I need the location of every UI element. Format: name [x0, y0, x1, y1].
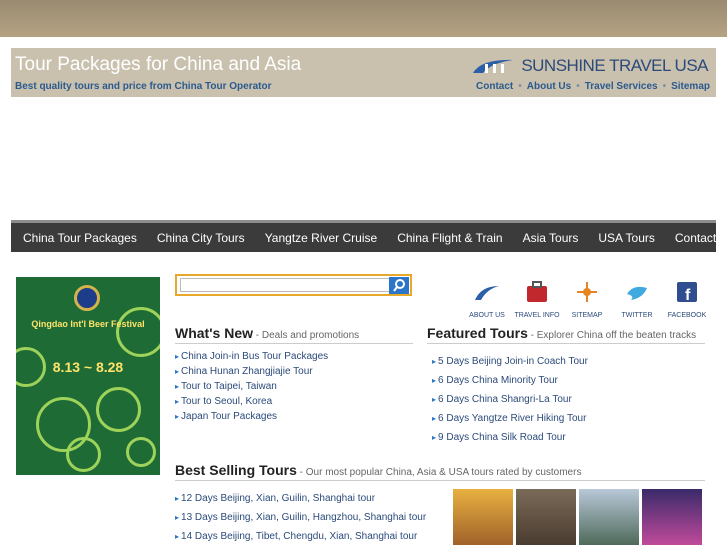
search-button[interactable]: [389, 277, 409, 294]
travel-info-label: TRAVEL INFO: [514, 312, 560, 319]
terracotta-photo[interactable]: [516, 489, 576, 545]
link-separator: •: [576, 81, 580, 92]
best-selling-heading: Best Selling Tours - Our most popular Ch…: [175, 462, 705, 481]
list-item[interactable]: 6 Days China Minority Tour: [432, 371, 588, 390]
nav-china-flight-train[interactable]: China Flight & Train: [389, 231, 510, 245]
decor-circle: [66, 437, 101, 472]
whats-new-heading: What's New - Deals and promotions: [175, 325, 413, 344]
search-icon: [393, 279, 405, 292]
suitcase-icon: [527, 281, 547, 302]
social-icons: ABOUT US TRAVEL INFO SITEMAP TWITTER f F…: [462, 280, 712, 319]
whats-new-title[interactable]: What's New: [175, 325, 253, 341]
twitter-label: TWITTER: [621, 312, 653, 319]
tour-photos: [453, 489, 705, 545]
whats-new-desc: - Deals and promotions: [253, 330, 360, 341]
svg-text:f: f: [685, 287, 691, 304]
sitemap-icon: [577, 282, 597, 302]
list-item[interactable]: 12 Days Beijing, Xian, Guilin, Shanghai …: [175, 489, 426, 508]
link-about-us[interactable]: About Us: [527, 81, 571, 92]
decor-circle: [96, 387, 141, 432]
guilin-photo[interactable]: [579, 489, 639, 545]
top-decorative-band: [0, 0, 727, 37]
brand-logo-icon: [473, 59, 514, 73]
brand-logo[interactable]: SUNSHINE TRAVEL USA: [471, 56, 708, 76]
list-item[interactable]: 14 Days Beijing, Tibet, Chengdu, Xian, S…: [175, 527, 426, 546]
link-separator: •: [518, 81, 522, 92]
sitemap-label: SITEMAP: [571, 312, 603, 319]
facebook-label: FACEBOOK: [667, 312, 707, 319]
featured-title[interactable]: Featured Tours: [427, 325, 528, 341]
featured-tours-list: 5 Days Beijing Join-in Coach Tour 6 Days…: [432, 352, 588, 447]
search-box: [175, 274, 412, 296]
banner-title: Qingdao Int'l Beer Festival: [31, 319, 145, 329]
travel-info-link[interactable]: TRAVEL INFO: [512, 280, 562, 319]
site-title[interactable]: Tour Packages for China and Asia: [15, 54, 301, 76]
facebook-link[interactable]: f FACEBOOK: [662, 280, 712, 319]
featured-tours-heading: Featured Tours - Explorer China off the …: [427, 325, 705, 344]
great-wall-photo[interactable]: [453, 489, 513, 545]
featured-desc: - Explorer China off the beaten tracks: [527, 330, 697, 341]
sitemap-link[interactable]: SITEMAP: [562, 280, 612, 319]
best-selling-list: 12 Days Beijing, Xian, Guilin, Shanghai …: [175, 489, 426, 546]
search-input[interactable]: [180, 278, 390, 292]
list-item[interactable]: Tour to Taipei, Taiwan: [175, 379, 328, 394]
site-subtitle: Best quality tours and price from China …: [15, 81, 272, 92]
banner-dates: 8.13 ~ 8.28: [52, 359, 124, 375]
link-separator: •: [662, 81, 667, 92]
link-contact[interactable]: Contact: [476, 81, 513, 92]
twitter-icon: [627, 286, 647, 300]
best-selling-title[interactable]: Best Selling Tours: [175, 462, 297, 478]
decor-circle: [126, 437, 156, 467]
nav-yangtze-river-cruise[interactable]: Yangtze River Cruise: [257, 231, 386, 245]
hong-kong-photo[interactable]: [642, 489, 702, 545]
twitter-link[interactable]: TWITTER: [612, 280, 662, 319]
main-nav: China Tour Packages China City Tours Yan…: [11, 220, 727, 252]
facebook-icon: f: [677, 282, 697, 304]
promo-banner[interactable]: Qingdao Int'l Beer Festival 8.13 ~ 8.28: [16, 277, 160, 475]
list-item[interactable]: 13 Days Beijing, Xian, Guilin, Hangzhou,…: [175, 508, 426, 527]
about-us-icon: [475, 286, 499, 300]
nav-china-tour-packages[interactable]: China Tour Packages: [15, 231, 145, 245]
list-item[interactable]: 5 Days Beijing Join-in Coach Tour: [432, 352, 588, 371]
nav-china-city-tours[interactable]: China City Tours: [149, 231, 253, 245]
top-links: Contact • About Us • Travel Services • S…: [476, 81, 710, 92]
list-item[interactable]: Japan Tour Packages: [175, 409, 328, 424]
nav-asia-tours[interactable]: Asia Tours: [515, 231, 587, 245]
whats-new-list: China Join-in Bus Tour Packages China Hu…: [175, 349, 328, 424]
about-us-label: ABOUT US: [469, 312, 505, 319]
list-item[interactable]: 9 Days China Silk Road Tour: [432, 428, 588, 447]
nav-usa-tours[interactable]: USA Tours: [590, 231, 662, 245]
list-item[interactable]: China Join-in Bus Tour Packages: [175, 349, 328, 364]
list-item[interactable]: 6 Days Yangtze River Hiking Tour: [432, 409, 588, 428]
list-item[interactable]: Tour to Seoul, Korea: [175, 394, 328, 409]
link-travel-services[interactable]: Travel Services: [585, 81, 658, 92]
best-selling-desc: - Our most popular China, Asia & USA tou…: [296, 467, 582, 478]
nav-contact-us[interactable]: Contact Us: [667, 231, 727, 245]
list-item[interactable]: China Hunan Zhangjiajie Tour: [175, 364, 328, 379]
link-sitemap[interactable]: Sitemap: [671, 81, 710, 92]
list-item[interactable]: 6 Days China Shangri-La Tour: [432, 390, 588, 409]
about-us-link[interactable]: ABOUT US: [462, 280, 512, 319]
site-header: Tour Packages for China and Asia Best qu…: [11, 48, 716, 97]
brand-name: SUNSHINE TRAVEL USA: [521, 56, 708, 75]
festival-emblem-icon: [74, 285, 100, 311]
decor-circle: [116, 307, 160, 357]
